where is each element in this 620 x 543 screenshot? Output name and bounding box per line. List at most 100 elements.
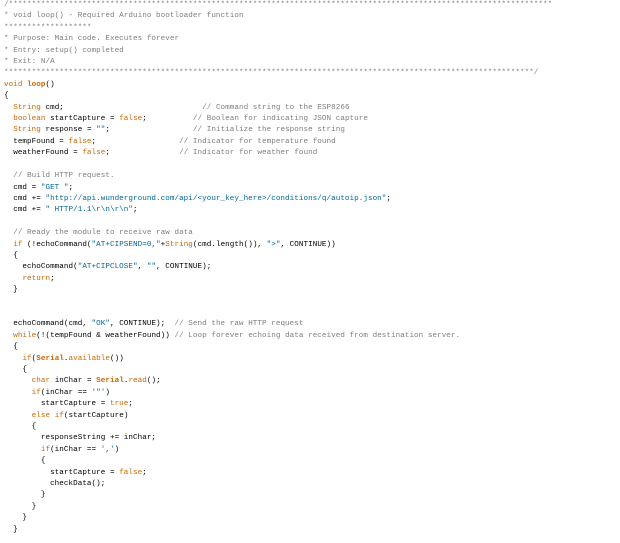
code-line: responseString += inChar; xyxy=(4,433,620,444)
code-token-string: "AT+CIPSEND=0," xyxy=(91,240,161,249)
code-token-string: '"' xyxy=(91,388,106,397)
code-token-plain: ; xyxy=(105,149,180,158)
code-line: String cmd; // Command string to the ESP… xyxy=(4,103,620,114)
code-line: { xyxy=(4,342,620,353)
code-line: if (!echoCommand("AT+CIPSEND=0,"+String(… xyxy=(4,240,620,251)
code-token-comment: * Exit: N/A xyxy=(4,58,55,67)
code-line: } xyxy=(4,525,620,536)
code-token-plain: responseString += inChar; xyxy=(4,434,157,443)
code-line: void loop() xyxy=(4,80,620,91)
code-token-string: "AT+CIPCLOSE" xyxy=(77,263,138,272)
code-token-type: String xyxy=(165,240,193,249)
code-token-plain: (!(tempFound & weatherFound)) xyxy=(36,331,175,340)
code-token-comment: * Entry: setup() completed xyxy=(4,46,124,55)
code-line: startCapture = true; xyxy=(4,399,620,410)
code-token-keyword: false xyxy=(82,149,106,158)
code-line: if(inChar == ',') xyxy=(4,445,620,456)
code-token-keyword: available xyxy=(68,354,110,363)
code-line: // Ready the module to receive raw data xyxy=(4,228,620,239)
code-token-plain: (startCapture) xyxy=(63,411,129,420)
code-line: else if(startCapture) xyxy=(4,411,620,422)
code-token-plain: ; xyxy=(142,115,193,124)
code-line: while(!(tempFound & weatherFound)) // Lo… xyxy=(4,331,620,342)
code-token-comment: // Indicator for temperature found xyxy=(179,137,336,146)
code-token-plain: cmd; xyxy=(40,103,203,112)
code-line: } xyxy=(4,490,620,501)
code-line: char inChar = Serial.read(); xyxy=(4,376,620,387)
code-token-plain: weatherFound = xyxy=(4,149,83,158)
code-token-plain: ; xyxy=(91,137,180,146)
code-token-string: "" xyxy=(146,263,157,272)
code-token-comment: ******************* xyxy=(4,23,92,32)
code-token-string: ">" xyxy=(266,240,281,249)
code-token-plain: startCapture = xyxy=(45,115,120,124)
code-token-string: ',' xyxy=(100,445,115,454)
code-line: cmd = "GET "; xyxy=(4,183,620,194)
code-token-keyword: true xyxy=(109,400,129,409)
code-token-plain: , CONTINUE)) xyxy=(280,240,336,249)
code-line: } xyxy=(4,285,620,296)
code-line: ****************************************… xyxy=(4,68,620,79)
code-editor[interactable]: /***************************************… xyxy=(0,0,620,543)
code-token-keyword: false xyxy=(119,468,143,477)
code-token-plain: { xyxy=(4,423,37,432)
code-line: cmd += " HTTP/1.1\r\n\r\n"; xyxy=(4,205,620,216)
code-line: if(inChar == '"') xyxy=(4,388,620,399)
code-token-comment: // Loop forever echoing data received fr… xyxy=(174,331,461,340)
code-token-keyword: while xyxy=(13,331,37,340)
code-token-plain: } xyxy=(4,286,18,295)
code-line: // Build HTTP request. xyxy=(4,171,620,182)
code-token-comment: // Initialize the response string xyxy=(192,126,345,135)
code-token-type: String xyxy=(13,103,41,112)
code-token-type: char xyxy=(31,377,51,386)
code-token-keyword: false xyxy=(68,137,92,146)
code-token-keyword: if xyxy=(22,354,32,363)
code-token-keyword: if xyxy=(31,388,41,397)
code-token-keyword: else xyxy=(31,411,51,420)
code-token-plain: ; xyxy=(68,183,74,192)
code-token-plain: startCapture = xyxy=(4,400,110,409)
code-line: * Entry: setup() completed xyxy=(4,46,620,57)
code-line: checkData(); xyxy=(4,479,620,490)
code-line: startCapture = false; xyxy=(4,468,620,479)
code-token-plain: } xyxy=(4,502,37,511)
code-token-comment: // Build HTTP request. xyxy=(13,172,115,181)
code-token-keyword: if xyxy=(40,445,51,454)
code-line: * Purpose: Main code. Executes forever xyxy=(4,34,620,45)
code-token-plain: cmd = xyxy=(4,183,41,192)
code-line: { xyxy=(4,456,620,467)
code-token-plain: ; xyxy=(105,126,193,135)
code-token-plain: { xyxy=(4,343,18,352)
code-line: /***************************************… xyxy=(4,0,620,11)
code-token-comment: // Indicator for weather found xyxy=(179,149,318,158)
code-line: echoCommand(cmd, "OK", CONTINUE); // Sen… xyxy=(4,319,620,330)
code-token-string: "OK" xyxy=(91,320,110,329)
code-token-plain: ()) xyxy=(110,354,124,363)
code-line: String response = ""; // Initialize the … xyxy=(4,125,620,136)
code-token-plain: (!echoCommand( xyxy=(22,240,92,249)
code-token-comment: ****************************************… xyxy=(4,69,539,78)
code-token-keyword: read xyxy=(128,377,147,386)
code-token-plain: ; xyxy=(133,206,138,215)
code-token-plain: (); xyxy=(146,377,161,386)
code-token-comment: * void loop() - Required Arduino bootloa… xyxy=(4,12,244,21)
code-token-plain: checkData(); xyxy=(4,480,106,489)
code-token-type: void xyxy=(4,80,23,89)
code-line: * void loop() - Required Arduino bootloa… xyxy=(4,11,620,22)
code-token-plain: cmd += xyxy=(4,206,46,215)
code-line: if(Serial.available()) xyxy=(4,354,620,365)
code-token-plain: echoCommand( xyxy=(4,263,78,272)
code-token-string: "GET " xyxy=(40,183,69,192)
code-line: } xyxy=(4,513,620,524)
code-line: { xyxy=(4,365,620,376)
code-line: echoCommand("AT+CIPCLOSE", "", CONTINUE)… xyxy=(4,262,620,273)
code-line: cmd += "http://api.wunderground.com/api/… xyxy=(4,194,620,205)
